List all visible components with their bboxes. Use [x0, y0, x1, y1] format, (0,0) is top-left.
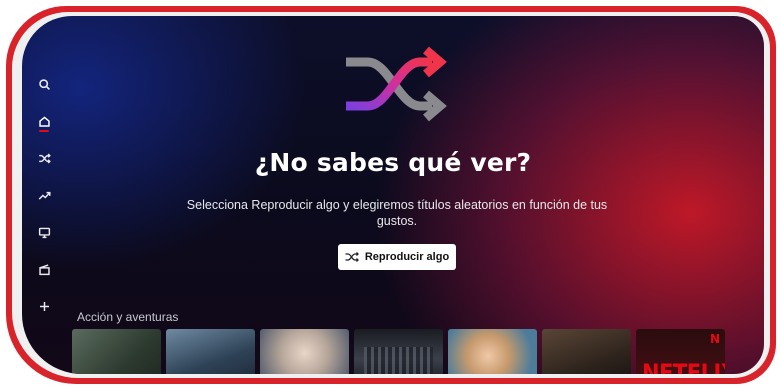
shuffle-icon: [340, 44, 450, 124]
title-thumbnail[interactable]: [72, 329, 161, 374]
netflix-n-badge: N: [709, 332, 720, 346]
netflix-thumbnail[interactable]: N NETFLIX: [636, 329, 725, 374]
home-icon: [38, 113, 51, 132]
sidebar-item-search[interactable]: [34, 76, 54, 95]
tv-icon: [38, 224, 51, 243]
title-thumbnail[interactable]: [354, 329, 443, 374]
thumbnail-art: [364, 347, 433, 374]
sidebar-item-trending[interactable]: [34, 187, 54, 206]
sidebar-item-movies[interactable]: [34, 261, 54, 280]
title-thumbnail[interactable]: [260, 329, 349, 374]
sidebar-item-home[interactable]: [34, 113, 54, 132]
row-title: Acción y aventuras: [77, 310, 179, 324]
page-title: ¿No sabes qué ver?: [254, 148, 532, 177]
search-icon: [38, 76, 51, 95]
play-something-button[interactable]: Reproducir algo: [338, 244, 456, 270]
netflix-logo-text: NETFLIX: [642, 359, 725, 374]
sidebar: [30, 76, 58, 316]
plus-icon: [38, 298, 51, 317]
shuffle-icon: [345, 252, 359, 262]
title-thumbnail[interactable]: [542, 329, 631, 374]
trending-icon: [38, 187, 51, 206]
thumbnail-row: N NETFLIX: [72, 329, 725, 374]
title-thumbnail[interactable]: [166, 329, 255, 374]
sidebar-item-add[interactable]: [34, 298, 54, 317]
movies-icon: [38, 261, 51, 280]
sidebar-item-tv[interactable]: [34, 224, 54, 243]
tv-screen: ¿No sabes qué ver? Selecciona Reproducir…: [22, 16, 764, 374]
hero-description: Selecciona Reproducir algo y elegiremos …: [186, 198, 608, 228]
play-something-label: Reproducir algo: [364, 251, 450, 263]
title-thumbnail[interactable]: [448, 329, 537, 374]
